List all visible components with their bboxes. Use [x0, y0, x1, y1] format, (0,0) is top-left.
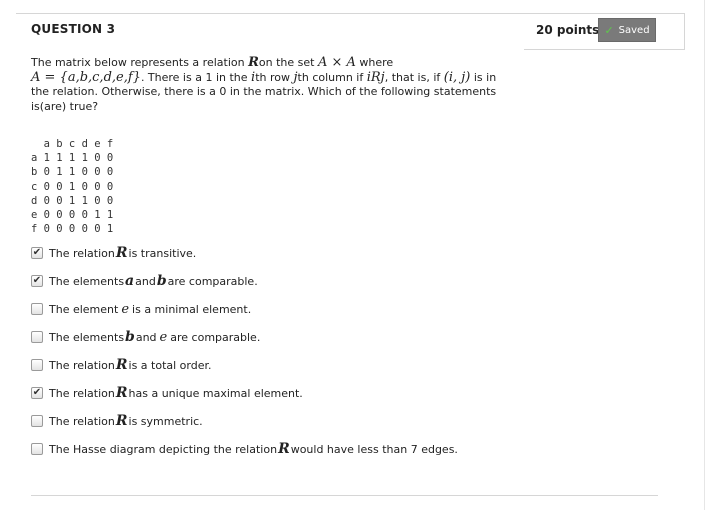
option-text: is transitive. [128, 246, 197, 260]
bottom-divider [31, 495, 658, 496]
matrix-row: a 1 1 1 1 0 0 [31, 152, 114, 165]
text-part: The matrix below represents a relation [31, 56, 249, 69]
option-text: and [135, 330, 157, 344]
saved-button[interactable]: ✓ Saved [598, 18, 656, 42]
math-symbol: R [115, 385, 128, 401]
option-text: is a minimal element. [132, 302, 252, 316]
text-part: th column if [297, 70, 367, 84]
option-checkbox[interactable] [31, 331, 43, 343]
option-checkbox[interactable] [31, 359, 43, 371]
option-text: The relation [49, 358, 115, 372]
option-text: The relation [49, 414, 115, 428]
math-R: R [248, 55, 259, 70]
option-4[interactable]: The elements b and e are comparable. [31, 329, 260, 345]
saved-label: Saved [618, 24, 650, 36]
option-checkbox[interactable]: ✔ [31, 247, 43, 259]
option-checkbox[interactable]: ✔ [31, 275, 43, 287]
option-checkbox[interactable] [31, 303, 43, 315]
points-box-right [684, 13, 685, 49]
option-text: is a total order. [128, 358, 212, 372]
relation-matrix: a b c d e f a 1 1 1 1 0 0 b 0 1 1 0 0 0 … [31, 137, 113, 236]
math-AxA: A × A [317, 55, 356, 70]
option-text: The elements [49, 330, 125, 344]
math-symbol: R [278, 441, 290, 457]
math-symbol: R [115, 413, 128, 429]
option-2[interactable]: ✔ The elements a and b are comparable. [31, 273, 258, 289]
option-5[interactable]: The relation Ris a total order. [31, 357, 212, 373]
option-text: and [135, 274, 156, 288]
scrollbar-track[interactable] [704, 0, 705, 510]
option-text: The relation [49, 386, 115, 400]
math-pair: (i, j) [443, 69, 471, 85]
math-symbol: e [121, 301, 130, 317]
text-part: on the set [258, 56, 318, 69]
points-box-top [524, 13, 684, 14]
math-A-set: A = {a,b,c,d,e,f} [31, 69, 141, 85]
option-text: are comparable. [167, 274, 258, 288]
option-text: is symmetric. [128, 414, 203, 428]
option-checkbox[interactable]: ✔ [31, 387, 43, 399]
option-text: The relation [49, 246, 115, 260]
option-8[interactable]: The Hasse diagram depicting the relation… [31, 441, 458, 457]
math-iRj: iRj [366, 69, 385, 85]
matrix-row: e 0 0 0 0 1 1 [31, 209, 114, 222]
points-box-bottom [524, 49, 685, 50]
option-checkbox[interactable] [31, 443, 43, 455]
option-3[interactable]: The element e is a minimal element. [31, 301, 251, 317]
text-part: where [355, 56, 394, 69]
option-text: has a unique maximal element. [128, 386, 303, 400]
question-text: The matrix below represents a relation R… [31, 55, 511, 114]
text-part: th row [255, 70, 294, 84]
matrix-row: b 0 1 1 0 0 0 [31, 166, 114, 179]
matrix-row: c 0 0 1 0 0 0 [31, 180, 114, 193]
question-title: QUESTION 3 [31, 22, 116, 36]
math-symbol: b [125, 329, 135, 345]
matrix-header: a b c d e f [31, 138, 114, 150]
math-symbol: R [115, 245, 128, 261]
math-symbol: b [156, 273, 167, 289]
option-text: would have less than 7 edges. [290, 442, 458, 456]
option-text: The element [49, 302, 119, 316]
math-symbol: R [115, 357, 128, 373]
option-7[interactable]: The relation Ris symmetric. [31, 413, 203, 429]
option-1[interactable]: ✔ The relation Ris transitive. [31, 245, 196, 261]
text-part: , that is, if [384, 70, 444, 84]
math-symbol: a [125, 273, 135, 289]
text-part: . There is a 1 in the [140, 70, 252, 84]
option-6[interactable]: ✔ The relation Rhas a unique maximal ele… [31, 385, 303, 401]
option-text: The elements [49, 274, 125, 288]
option-text: The Hasse diagram depicting the relation [49, 442, 278, 456]
option-text: are comparable. [170, 330, 261, 344]
matrix-row: f 0 0 0 0 0 1 [31, 223, 114, 236]
option-checkbox[interactable] [31, 415, 43, 427]
checkmark-icon: ✓ [604, 23, 614, 37]
matrix-row: d 0 0 1 1 0 0 [31, 194, 114, 207]
math-symbol: e [159, 329, 168, 345]
question-points: 20 points [536, 23, 600, 37]
